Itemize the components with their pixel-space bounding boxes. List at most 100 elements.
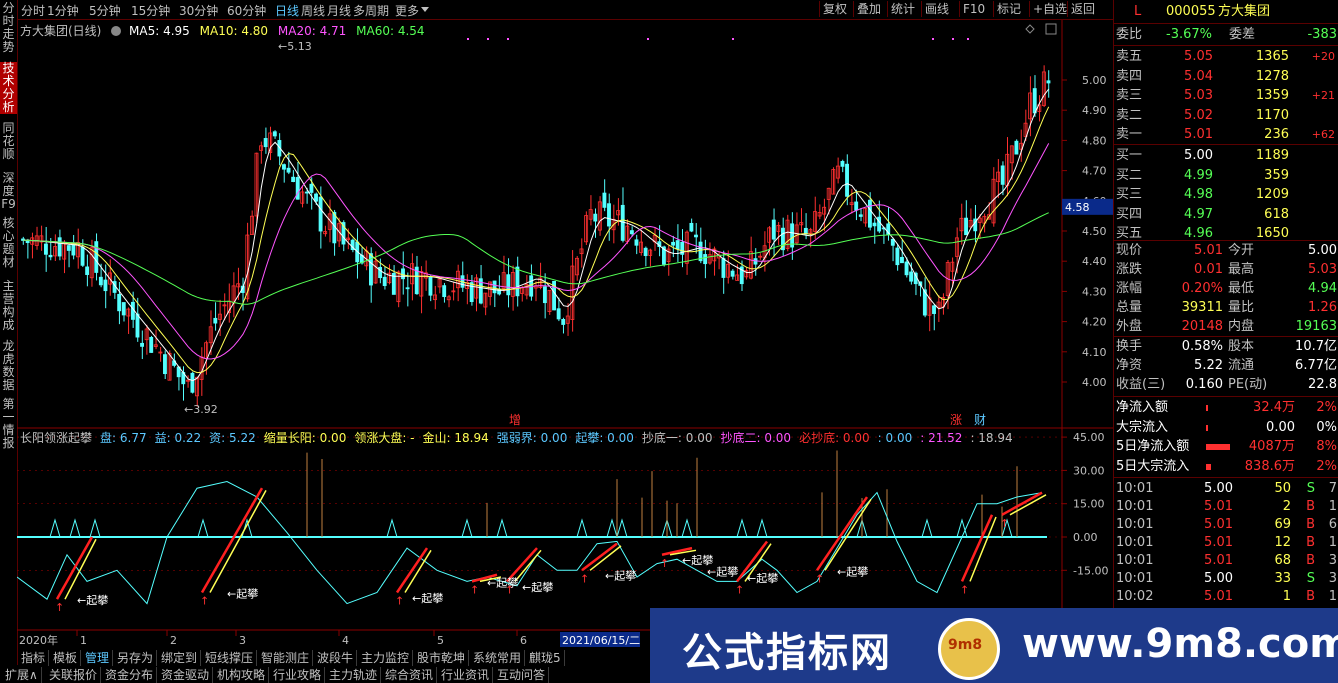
footer-tab-0[interactable]: 扩展∧: [2, 667, 42, 683]
price-label: 4.70: [1082, 165, 1107, 178]
quote-value: 19163: [1295, 319, 1337, 334]
month-label: 6: [520, 634, 527, 647]
left-tab-3[interactable]: 深度F9: [0, 172, 17, 212]
ask-row-1[interactable]: 卖四 5.04 1278: [1114, 67, 1338, 86]
indicator-tab-8[interactable]: 主力监控: [358, 650, 414, 666]
toolbar-btn-7[interactable]: 返回: [1067, 1, 1098, 17]
ask-price: 5.03: [1184, 88, 1213, 103]
candle-body: [964, 217, 968, 236]
ask-row-2[interactable]: 卖三 5.03 1359 +21: [1114, 86, 1338, 105]
event-marker-zhang[interactable]: 涨: [950, 412, 962, 427]
left-tab-4[interactable]: 核心题材: [0, 217, 17, 273]
candle-body: [643, 247, 648, 257]
footer-tab-4[interactable]: 机构攻略: [214, 667, 270, 683]
indicator-tab-0[interactable]: 指标: [18, 650, 50, 666]
tick-time: 10:01: [1116, 481, 1154, 496]
candle-body: [890, 238, 895, 246]
quote-row-2: 涨幅 0.20% 最低 4.94: [1114, 279, 1338, 298]
ask-row-0[interactable]: 卖五 5.05 1365 +20: [1114, 47, 1338, 66]
toolbar-btn-6[interactable]: +自选: [1029, 1, 1070, 17]
left-tab-6[interactable]: 龙虎数据: [0, 340, 17, 392]
ind-axis-label: 30.00: [1073, 464, 1105, 477]
left-tab-5[interactable]: 主营构成: [0, 280, 17, 332]
period-0[interactable]: 分时: [21, 2, 45, 19]
candle-body: [401, 268, 405, 280]
up-arrow-icon: ↑: [55, 601, 64, 614]
period-9[interactable]: 多周期: [353, 2, 389, 19]
period-3[interactable]: 15分钟: [131, 2, 170, 19]
maximize-icon[interactable]: [1045, 23, 1057, 35]
triangle-mark: [89, 518, 101, 538]
period-2[interactable]: 5分钟: [89, 2, 121, 19]
indicator-legend-item-7: 强弱界: 0.00: [496, 431, 568, 445]
period-6[interactable]: 日线: [275, 2, 299, 19]
triangle-mark: [681, 518, 693, 538]
footer-tab-9[interactable]: 互动问答: [494, 667, 550, 683]
candle-body: [272, 131, 277, 137]
period-10[interactable]: 更多: [395, 2, 419, 19]
tick-volume: 69: [1274, 517, 1291, 532]
triangle-mark: [386, 518, 398, 538]
left-tab-7[interactable]: 第一情报: [0, 398, 17, 450]
ind-axis-label: -15.00: [1073, 564, 1108, 577]
footer-tab-2[interactable]: 资金分布: [102, 667, 158, 683]
indicator-tab-6[interactable]: 智能测庄: [258, 650, 314, 666]
tick-row-3: 10:01 5.01 12 B 1: [1114, 533, 1338, 552]
stat-row-0: 换手 0.58% 股本 10.7亿: [1114, 337, 1338, 356]
indicator-tab-9[interactable]: 股市乾坤: [414, 650, 470, 666]
indicator-tab-5[interactable]: 短线撑压: [202, 650, 258, 666]
indicator-tab-3[interactable]: 另存为: [114, 650, 158, 666]
settings-icon[interactable]: [111, 26, 122, 36]
indicator-tab-1[interactable]: 模板: [50, 650, 82, 666]
more-dropdown-icon[interactable]: [421, 7, 429, 12]
indicator-tab-4[interactable]: 绑定到: [158, 650, 202, 666]
chart-area[interactable]: 5.004.904.804.704.604.504.404.304.204.10…: [17, 20, 1113, 650]
ask-row-4[interactable]: 卖一 5.01 236 +62: [1114, 125, 1338, 144]
event-marker-zeng[interactable]: 增: [509, 413, 521, 427]
toolbar-btn-0[interactable]: 复权: [819, 1, 850, 17]
triangle-mark: [606, 518, 618, 538]
event-marker-cai[interactable]: 财: [974, 413, 986, 427]
ask-row-3[interactable]: 卖二 5.02 1170: [1114, 106, 1338, 125]
candle-body: [66, 245, 71, 251]
toolbar-btn-2[interactable]: 统计: [887, 1, 918, 17]
toolbar-btn-3[interactable]: 画线: [921, 1, 952, 17]
stat-value: 0.160: [1185, 377, 1223, 392]
toolbar-btn-4[interactable]: F10: [959, 1, 988, 17]
bid-row-1[interactable]: 买二 4.99 359: [1114, 166, 1338, 185]
toolbar-btn-1[interactable]: 叠加: [853, 1, 884, 17]
footer-tab-8[interactable]: 行业资讯: [438, 667, 494, 683]
period-5[interactable]: 60分钟: [227, 2, 266, 19]
indicator-tab-7[interactable]: 波段牛: [314, 650, 358, 666]
period-7[interactable]: 周线: [301, 2, 325, 19]
toolbar-btn-5[interactable]: 标记: [993, 1, 1024, 17]
ask-price: 5.01: [1184, 127, 1213, 142]
period-1[interactable]: 1分钟: [47, 2, 79, 19]
candle-body: [314, 193, 318, 202]
candle-body: [492, 280, 497, 294]
period-4[interactable]: 30分钟: [179, 2, 218, 19]
qipan-label: ←起攀: [747, 572, 778, 585]
candle-body: [895, 247, 900, 266]
diamond-icon[interactable]: [1025, 24, 1035, 34]
indicator-legend-item-5: 领涨大盘: -: [354, 431, 415, 445]
bid-row-0[interactable]: 买一 5.00 1189: [1114, 146, 1338, 165]
indicator-tab-10[interactable]: 系统常用: [470, 650, 526, 666]
period-8[interactable]: 月线: [327, 2, 351, 19]
left-tab-2[interactable]: 同花顺: [0, 122, 17, 166]
tick-volume: 1: [1282, 589, 1291, 604]
stat-label: 净资: [1116, 358, 1143, 373]
left-tab-1[interactable]: 技术分析: [0, 62, 17, 114]
footer-tab-3[interactable]: 资金驱动: [158, 667, 214, 683]
indicator-tab-2[interactable]: 管理: [82, 650, 114, 666]
candle-body: [629, 230, 634, 235]
footer-tab-6[interactable]: 主力轨迹: [326, 667, 382, 683]
footer-tab-1[interactable]: 关联报价: [46, 667, 102, 683]
bid-row-3[interactable]: 买四 4.97 618: [1114, 205, 1338, 224]
tick-price: 5.00: [1204, 571, 1233, 586]
footer-tab-7[interactable]: 综合资讯: [382, 667, 438, 683]
bid-row-2[interactable]: 买三 4.98 1209: [1114, 185, 1338, 204]
footer-tab-5[interactable]: 行业攻略: [270, 667, 326, 683]
indicator-tab-11[interactable]: 麒珑5: [526, 650, 565, 666]
left-tab-0[interactable]: 分时走势: [0, 2, 17, 58]
